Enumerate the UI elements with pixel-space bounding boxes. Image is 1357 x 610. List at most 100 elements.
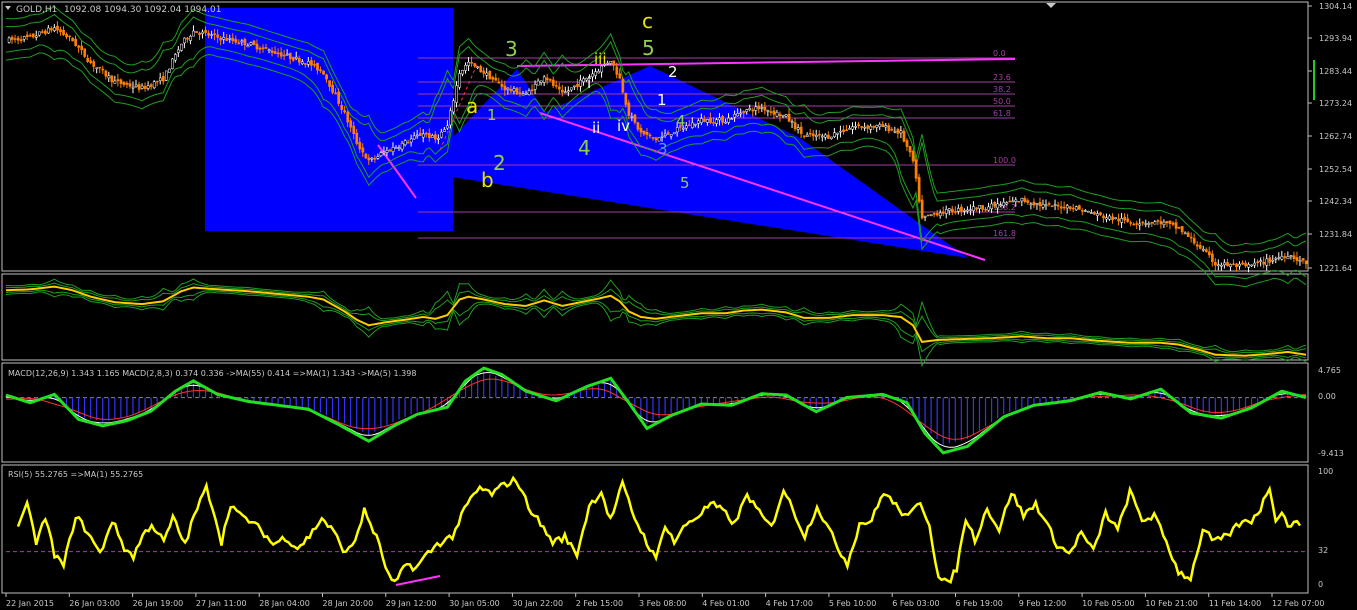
candle-body	[993, 202, 997, 207]
candle-body	[361, 147, 365, 153]
candle-body	[666, 132, 670, 135]
candle-body	[291, 56, 295, 61]
candle-body	[1035, 203, 1039, 205]
candle-body	[1017, 201, 1021, 203]
candle-body	[1114, 217, 1117, 220]
candle-body	[68, 35, 71, 38]
candle-body	[494, 77, 498, 81]
candle-body	[228, 38, 232, 40]
candle-body	[621, 79, 625, 93]
macd-panel-label: MACD(12,26,9) 1.343 1.165 MACD(2,8,3) 0.…	[8, 369, 416, 378]
candle-body	[161, 76, 165, 82]
candle-body	[554, 85, 558, 87]
candle-body	[461, 70, 464, 75]
wave-label-a: a	[466, 94, 478, 118]
candle-body	[718, 117, 721, 121]
candle-body	[963, 210, 966, 212]
candle-body	[1071, 207, 1075, 210]
candle-body	[951, 208, 954, 213]
candle-body	[896, 129, 900, 134]
candle-body	[1108, 215, 1111, 220]
candle-body	[1283, 256, 1287, 258]
candle-body	[760, 107, 764, 109]
ohlc-values: 1092.08 1094.30 1092.04 1094.01	[64, 5, 221, 15]
candle-body	[231, 37, 235, 42]
candle-body	[957, 208, 960, 212]
candle-body	[1038, 202, 1042, 207]
price-tick-label: 1221.64	[1319, 264, 1352, 273]
candle-body	[367, 157, 371, 161]
candle-body	[1129, 222, 1133, 224]
candle-body	[1192, 238, 1196, 244]
candle-body	[491, 77, 495, 80]
candle-body	[488, 71, 492, 80]
candle-body	[255, 43, 259, 50]
candle-body	[872, 125, 876, 128]
candle-body	[736, 113, 740, 117]
candle-body	[1044, 204, 1048, 207]
candle-body	[134, 84, 138, 87]
candle-body	[944, 209, 948, 214]
candle-body	[515, 87, 519, 95]
candle-body	[1074, 206, 1078, 211]
candle-body	[627, 102, 631, 116]
candle-body	[1081, 210, 1084, 212]
candle-body	[382, 151, 386, 154]
candle-body	[1201, 248, 1205, 251]
wave-label-3: 3	[505, 37, 518, 61]
candle-body	[71, 37, 74, 42]
candle-body	[101, 68, 105, 71]
candle-body	[582, 78, 585, 83]
candle-body	[267, 49, 271, 52]
candle-body	[16, 37, 20, 41]
candle-body	[80, 45, 84, 50]
candle-body	[282, 54, 286, 57]
candle-body	[769, 111, 773, 113]
candle-body	[851, 126, 854, 130]
candle-body	[19, 39, 23, 42]
candle-body	[352, 125, 356, 135]
candle-body	[1008, 200, 1012, 203]
candle-body	[107, 75, 111, 79]
price-tick-label: 1242.34	[1319, 197, 1352, 206]
candle-body	[966, 209, 969, 212]
candle-body	[1032, 201, 1036, 206]
candle-body	[691, 122, 694, 128]
candle-body	[576, 84, 579, 87]
candle-body	[373, 158, 377, 160]
candle-body	[1223, 262, 1226, 266]
wave-label-c: c	[642, 9, 653, 33]
candle-body	[397, 147, 401, 149]
fib-level-label: 161.8	[993, 229, 1016, 238]
candle-body	[1002, 201, 1006, 207]
candle-body	[276, 52, 280, 55]
candle-body	[415, 134, 419, 137]
candle-body	[688, 124, 691, 127]
time-tick-label: 30 Jan 22:00	[512, 599, 563, 608]
candle-body	[310, 60, 313, 66]
candle-body	[790, 121, 794, 123]
candle-body	[914, 159, 918, 179]
candle-body	[591, 73, 594, 78]
candle-body	[210, 34, 214, 36]
candle-body	[573, 85, 576, 88]
candle-body	[1195, 244, 1199, 247]
wave-label-4-right: 4	[676, 112, 686, 130]
candle-body	[482, 70, 486, 74]
candle-body	[1147, 223, 1151, 225]
candle-body	[62, 29, 65, 35]
candle-body	[285, 53, 289, 56]
time-tick-label: 12 Feb 07:00	[1272, 599, 1324, 608]
candle-body	[431, 135, 434, 138]
candle-body	[497, 81, 501, 84]
candle-body	[509, 89, 513, 92]
candle-body	[168, 68, 171, 73]
candle-body	[618, 73, 622, 79]
time-tick-label: 6 Feb 19:00	[956, 599, 1003, 608]
candle-body	[1259, 260, 1263, 263]
candle-body	[337, 91, 341, 104]
candle-body	[923, 215, 927, 218]
candle-body	[122, 82, 126, 85]
candle-body	[805, 134, 809, 137]
candle-body	[1087, 210, 1090, 213]
